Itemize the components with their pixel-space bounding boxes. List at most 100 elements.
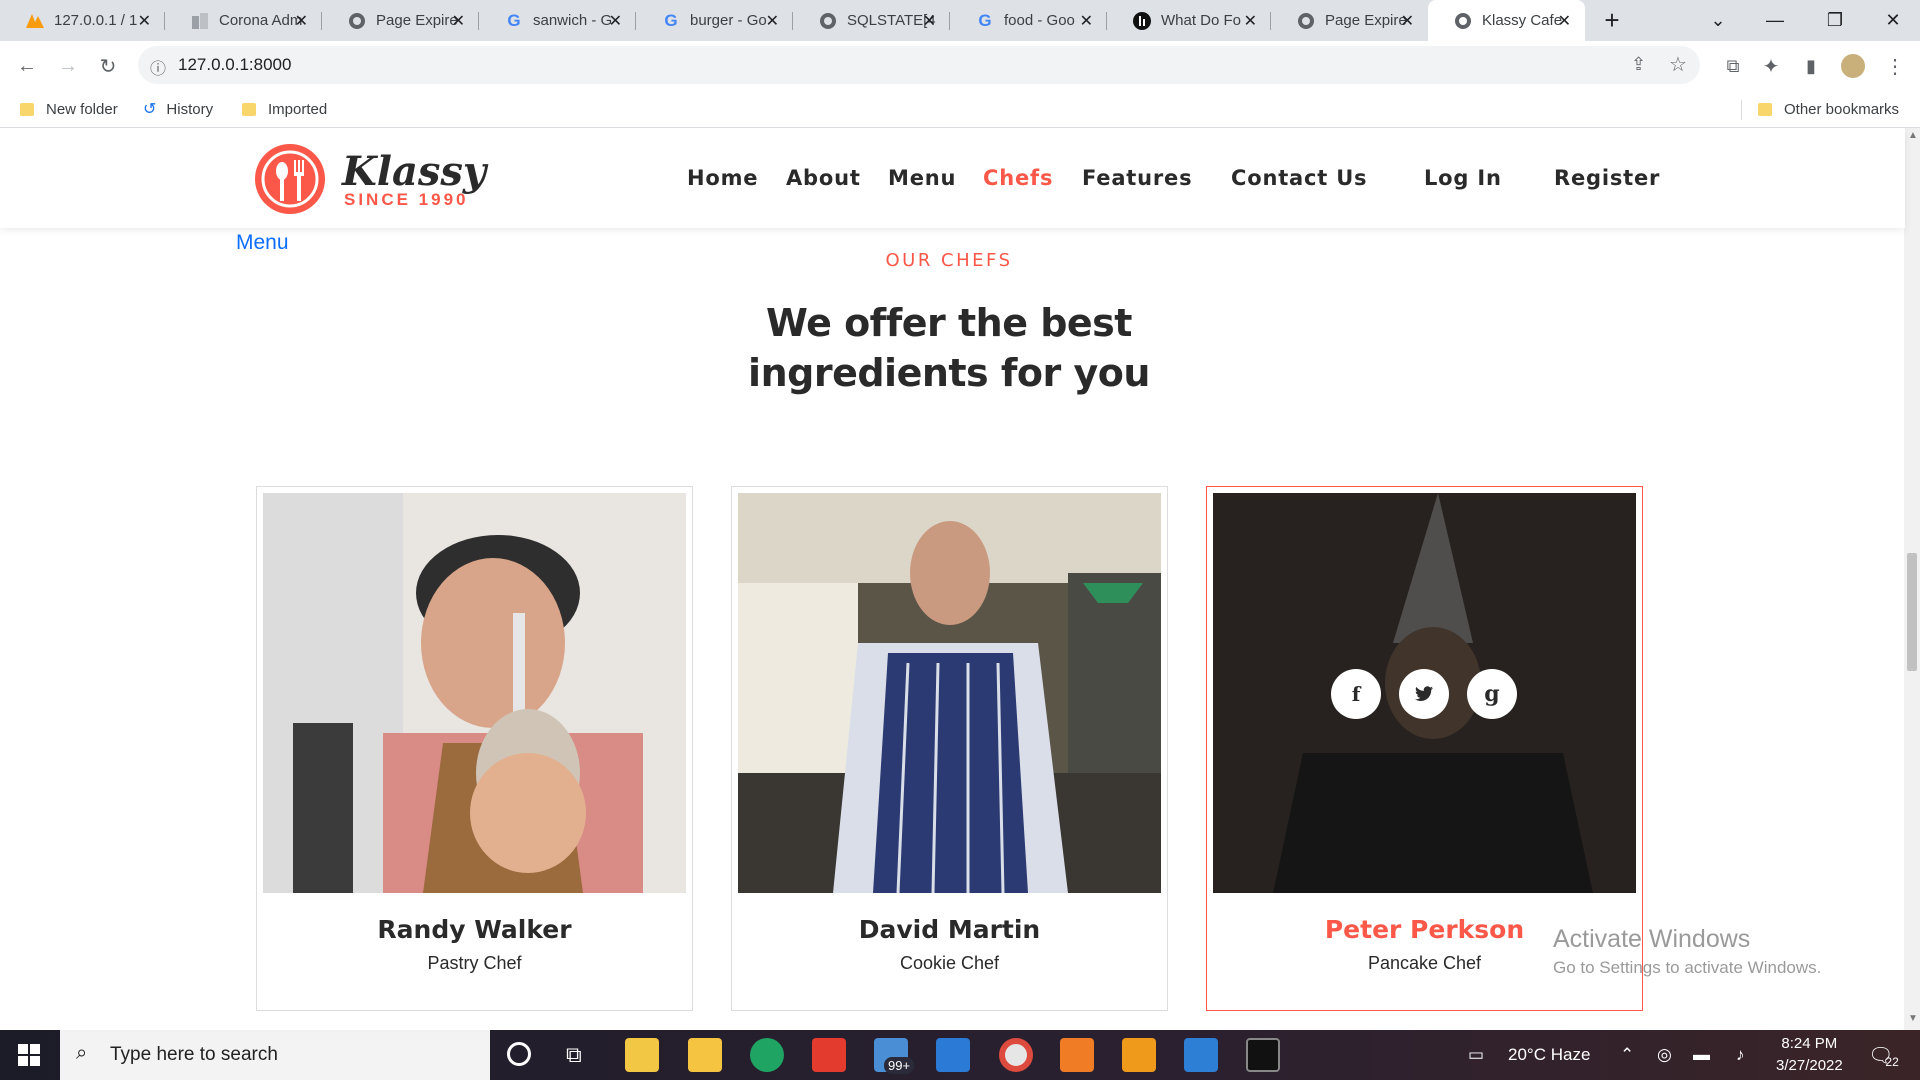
close-icon[interactable]: ✕ — [1401, 11, 1414, 31]
close-icon[interactable]: ✕ — [766, 11, 779, 31]
bookmark-history[interactable]: ↺ History — [143, 90, 213, 128]
google-icon: G — [507, 10, 521, 30]
minimize-button[interactable]: — — [1745, 0, 1805, 41]
office-icon[interactable] — [812, 1038, 846, 1072]
chef-photo: f g — [1213, 493, 1636, 893]
battery-icon[interactable]: ▬ — [1693, 1030, 1710, 1080]
scrollbar-thumb[interactable] — [1907, 553, 1917, 671]
share-icon[interactable]: ⇪ — [1631, 54, 1646, 75]
weather-text[interactable]: 20°C Haze — [1508, 1030, 1590, 1080]
info-icon[interactable]: ⓘ — [150, 55, 166, 79]
terminal-icon[interactable] — [1246, 1038, 1280, 1072]
file-explorer-icon[interactable] — [688, 1038, 722, 1072]
menu-icon[interactable]: ⋮ — [1880, 51, 1910, 81]
page-scrollbar[interactable]: ▲ ▼ — [1904, 128, 1920, 1030]
nav-chefs[interactable]: Chefs — [983, 166, 1053, 190]
search-icon: ⌕ — [76, 1042, 88, 1064]
new-tab-button[interactable]: + — [1582, 0, 1642, 41]
bookmark-star-icon[interactable]: ☆ — [1669, 52, 1687, 77]
sublime-icon[interactable] — [1122, 1038, 1156, 1072]
section-title: We offer the best ingredients for you — [748, 301, 1150, 395]
extensions-icon[interactable]: ✦ — [1756, 51, 1786, 81]
close-icon[interactable]: ✕ — [138, 11, 151, 31]
close-icon[interactable]: ✕ — [295, 11, 308, 31]
menu-link[interactable]: Menu — [236, 231, 289, 255]
browser-tab-active[interactable]: Klassy Cafe ✕ — [1428, 0, 1585, 41]
globe-icon — [1297, 12, 1315, 30]
nav-home[interactable]: Home — [687, 166, 758, 190]
close-icon[interactable]: ✕ — [1080, 11, 1093, 31]
nav-contact[interactable]: Contact Us — [1231, 166, 1367, 190]
history-icon: ↺ — [143, 101, 157, 118]
back-icon[interactable]: ← — [12, 51, 42, 81]
logo-name[interactable]: Klassy — [342, 148, 486, 195]
folder-icon — [20, 102, 34, 116]
chrome-icon[interactable] — [999, 1038, 1033, 1072]
twitter-icon[interactable] — [1399, 669, 1449, 719]
chef-role: Pastry Chef — [427, 953, 522, 973]
cortana-icon[interactable] — [507, 1042, 531, 1066]
browser-tab[interactable]: Page Expire ✕ — [322, 0, 479, 41]
bookmark-new-folder[interactable]: New folder — [20, 90, 118, 128]
reload-icon[interactable]: ↻ — [93, 51, 123, 81]
logo-icon[interactable] — [255, 144, 325, 214]
side-panel-icon[interactable]: ▮ — [1796, 51, 1826, 81]
globe-icon — [1454, 12, 1472, 30]
globe-icon[interactable]: ◎ — [1657, 1030, 1672, 1080]
bookmarks-bar: New folder ↺ History Imported Other book… — [0, 90, 1920, 128]
browser-tab[interactable]: SQLSTATE[4 ✕ — [793, 0, 950, 41]
globe-icon — [348, 12, 366, 30]
edge-icon[interactable] — [750, 1038, 784, 1072]
tab-search-icon[interactable]: ⌄ — [1688, 0, 1748, 41]
chevron-up-icon[interactable]: ⌃ — [1620, 1030, 1634, 1080]
forward-icon[interactable]: → — [53, 51, 83, 81]
bookmark-imported[interactable]: Imported — [242, 90, 327, 128]
browser-tab[interactable]: G food - Goo ✕ — [950, 0, 1107, 41]
nav-about[interactable]: About — [786, 166, 861, 190]
copy-icon[interactable]: ⧉ — [1718, 51, 1748, 81]
nav-register[interactable]: Register — [1554, 166, 1660, 190]
folder-icon — [1758, 102, 1772, 116]
browser-tab[interactable]: G burger - Go ✕ — [636, 0, 793, 41]
browser-tab[interactable]: 127.0.0.1 / 1 ✕ — [0, 0, 165, 41]
browser-tab[interactable]: What Do Fo ✕ — [1107, 0, 1271, 41]
chef-card[interactable]: Randy Walker Pastry Chef — [256, 486, 693, 1011]
close-icon[interactable]: ✕ — [1244, 11, 1257, 31]
weather-icon[interactable]: ▭ — [1468, 1030, 1484, 1080]
store-icon[interactable] — [625, 1038, 659, 1072]
other-bookmarks[interactable]: Other bookmarks — [1758, 90, 1899, 128]
taskbar-search[interactable]: ⌕ Type here to search — [60, 1030, 490, 1080]
close-icon[interactable]: ✕ — [923, 11, 936, 31]
windows-start-icon[interactable] — [18, 1044, 40, 1071]
chevron-down-icon: ⌄ — [1180, 168, 1192, 184]
google-icon[interactable]: g — [1467, 669, 1517, 719]
chef-role: Cookie Chef — [899, 953, 1000, 973]
google-icon: G — [978, 10, 992, 30]
task-view-icon[interactable]: ⧉ — [566, 1042, 582, 1068]
volume-icon[interactable]: ♪ — [1736, 1030, 1745, 1080]
notifications-icon[interactable]: 🗨 22 — [1868, 1030, 1899, 1080]
nav-login[interactable]: Log In — [1424, 166, 1502, 190]
vscode-icon[interactable] — [936, 1038, 970, 1072]
windows-activation-watermark: Activate Windows Go to Settings to activ… — [1553, 925, 1822, 977]
nav-features[interactable]: Features — [1082, 166, 1192, 190]
browser-tab[interactable]: Page Expire ✕ — [1271, 0, 1428, 41]
facebook-icon[interactable]: f — [1331, 669, 1381, 719]
chef-card[interactable]: David Martin Cookie Chef — [731, 486, 1168, 1011]
photos-icon[interactable] — [1184, 1038, 1218, 1072]
close-window-button[interactable]: ✕ — [1863, 0, 1920, 41]
site-header: Klassy SINCE 1990 Home About Menu Chefs … — [0, 128, 1905, 228]
clock[interactable]: 8:24 PM 3/27/2022 — [1776, 1030, 1843, 1080]
close-icon[interactable]: ✕ — [609, 11, 622, 31]
address-bar[interactable]: ⓘ 127.0.0.1:8000 ⇪ ☆ — [138, 46, 1700, 84]
xampp-icon[interactable] — [1060, 1038, 1094, 1072]
browser-tab[interactable]: G sanwich - G ✕ — [479, 0, 636, 41]
windows-taskbar: ⌕ Type here to search ⧉ 99+ ▭ 20°C Haze … — [0, 1030, 1920, 1080]
maximize-button[interactable]: ❐ — [1805, 0, 1865, 41]
avatar[interactable] — [1838, 51, 1868, 81]
close-icon[interactable]: ✕ — [452, 11, 465, 31]
chef-name: David Martin — [858, 915, 1041, 944]
close-icon[interactable]: ✕ — [1558, 11, 1571, 31]
nav-menu[interactable]: Menu — [888, 166, 956, 190]
browser-tab[interactable]: Corona Adm ✕ — [165, 0, 322, 41]
